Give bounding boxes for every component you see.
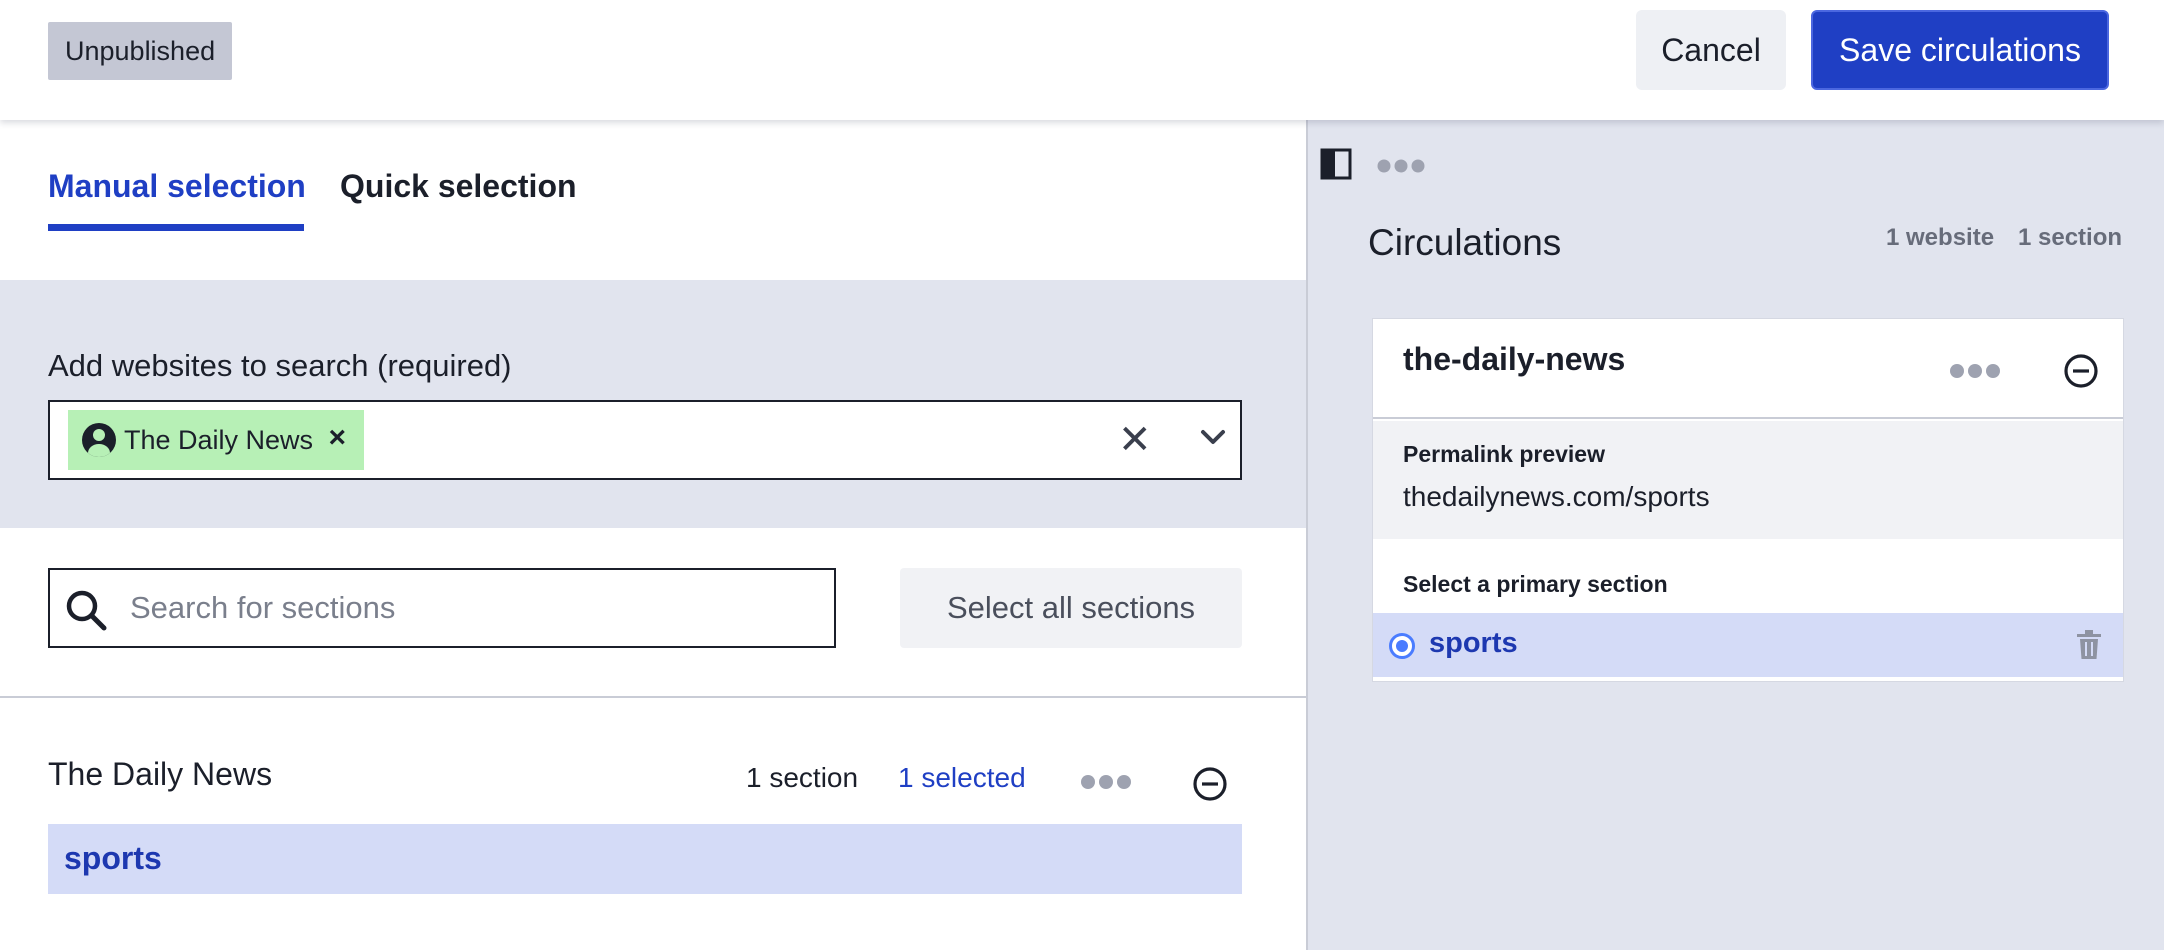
section-count: 1 section: [2018, 224, 2123, 251]
cancel-button[interactable]: Cancel: [1636, 10, 1786, 90]
save-circulations-button[interactable]: Save circulations: [1811, 10, 2109, 90]
site-group-section-count: 1 section: [746, 762, 859, 793]
site-group-selected-count[interactable]: 1 selected: [898, 762, 1026, 794]
primary-section-radio[interactable]: [1389, 633, 1415, 659]
site-group-title: The Daily News: [48, 756, 273, 792]
website-count: 1 website: [1886, 224, 1995, 251]
select-all-sections-button[interactable]: Select all sections: [900, 568, 1242, 648]
website-multiselect[interactable]: The Daily News × ✕: [48, 400, 1242, 480]
primary-section-option[interactable]: sports: [1373, 613, 2123, 677]
card-site-name: the-daily-news: [1403, 341, 1626, 377]
permalink-preview: Permalink preview thedailynews.com/sport…: [1373, 421, 2123, 539]
list-item[interactable]: sports: [48, 824, 1242, 894]
tab-manual-selection[interactable]: Manual selection: [48, 168, 306, 205]
card-header: the-daily-news: [1373, 319, 2123, 419]
clear-selection-icon[interactable]: ✕: [1118, 416, 1152, 464]
status-badge: Unpublished: [48, 22, 233, 80]
panel-toggle-icon[interactable]: [1320, 148, 1352, 180]
remove-chip-icon[interactable]: ×: [328, 423, 346, 453]
permalink-value: thedailynews.com/sports: [1403, 481, 1710, 512]
websites-field-label: Add websites to search (required): [48, 348, 512, 383]
section-label: sports: [64, 840, 162, 876]
remove-circle-icon[interactable]: [1192, 766, 1228, 802]
primary-section-label: Select a primary section: [1403, 571, 1668, 597]
section-search-input[interactable]: [130, 580, 820, 636]
more-options-icon[interactable]: [1949, 363, 2001, 379]
user-circle-icon: [82, 423, 116, 457]
circulations-panel: Circulations 1 website 1 section the-dai…: [1306, 120, 2164, 950]
remove-circle-icon[interactable]: [2063, 353, 2099, 389]
active-tab-indicator: [48, 224, 304, 231]
website-search-band: Add websites to search (required) The Da…: [0, 280, 1306, 528]
website-chip[interactable]: The Daily News ×: [68, 410, 364, 470]
search-icon: [66, 590, 107, 631]
more-options-icon[interactable]: [1080, 774, 1132, 790]
chevron-down-icon[interactable]: [1196, 420, 1230, 454]
website-chip-label: The Daily News: [124, 424, 314, 455]
circulations-title: Circulations: [1368, 222, 1562, 263]
primary-section-name: sports: [1429, 627, 1518, 659]
trash-icon[interactable]: [2075, 629, 2103, 661]
circulation-card: the-daily-news Permalink preview thedail…: [1372, 318, 2124, 682]
more-options-icon[interactable]: [1376, 158, 1426, 174]
permalink-label: Permalink preview: [1403, 441, 1605, 467]
section-picker-pane: Manual selection Quick selection Add web…: [0, 120, 1306, 950]
tab-quick-selection[interactable]: Quick selection: [340, 168, 577, 205]
divider: [0, 696, 1306, 698]
top-toolbar: Unpublished Cancel Save circulations: [0, 0, 2164, 120]
section-search-field[interactable]: [48, 568, 836, 648]
